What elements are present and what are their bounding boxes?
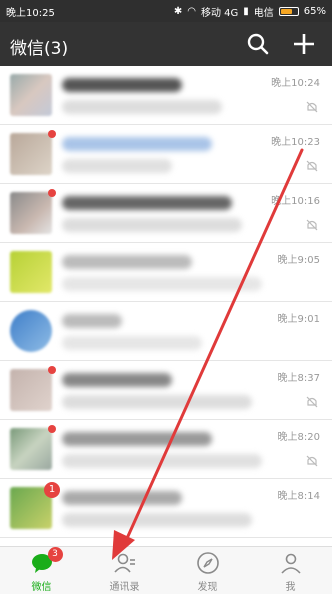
chat-time: 晚上8:20 xyxy=(277,432,320,443)
chat-row[interactable]: 晚上10:23 xyxy=(0,125,332,184)
chat-list: 晚上10:24 晚上10:23 晚上10:16 晚上9:05 晚上9:01 晚上… xyxy=(0,66,332,546)
status-time: 晚上10:25 xyxy=(6,8,55,19)
chat-name-blurred xyxy=(62,196,232,210)
contacts-icon xyxy=(113,553,135,573)
unread-badge: 1 xyxy=(44,482,60,498)
chat-name-blurred xyxy=(62,255,192,269)
muted-bell-icon xyxy=(306,101,318,113)
chat-name-blurred xyxy=(62,491,182,505)
muted-bell-icon xyxy=(306,160,318,172)
chat-time: 晚上9:01 xyxy=(277,314,320,325)
muted-bell-icon xyxy=(306,396,318,408)
chat-time: 晚上10:16 xyxy=(271,196,320,207)
chat-name-blurred xyxy=(62,314,122,328)
unread-dot xyxy=(48,366,56,374)
status-bar: 晚上10:25 ✱ ◠ 移动 4G ▮ 电信 65% xyxy=(0,0,332,22)
search-icon[interactable] xyxy=(244,30,272,58)
chat-time: 晚上10:24 xyxy=(271,78,320,89)
tab-label: 微信 xyxy=(31,582,52,593)
chat-name-blurred xyxy=(62,78,182,92)
chat-row[interactable]: 晚上8:20 xyxy=(0,420,332,479)
tab-label: 我 xyxy=(285,582,296,593)
tab-chats[interactable]: 3 微信 xyxy=(0,547,83,594)
chat-preview-blurred xyxy=(62,100,222,114)
chat-name-blurred xyxy=(62,373,172,387)
chat-time: 晚上9:05 xyxy=(277,255,320,266)
tab-bar: 3 微信 通讯录 发现 我 xyxy=(0,546,332,594)
avatar xyxy=(10,192,52,234)
battery-percent: 65% xyxy=(303,6,326,17)
carrier-1: 移动 4G xyxy=(200,8,239,19)
tab-discover[interactable]: 发现 xyxy=(166,547,249,594)
person-icon xyxy=(280,553,301,574)
carrier-2: 电信 xyxy=(253,8,274,19)
chat-name-blurred xyxy=(62,432,212,446)
plus-icon[interactable] xyxy=(290,30,318,58)
chat-row[interactable]: 晚上10:24 xyxy=(0,66,332,125)
chat-name-blurred xyxy=(62,137,212,151)
page-title: 微信(3) xyxy=(10,39,69,59)
battery-icon xyxy=(278,7,299,16)
chat-row[interactable]: 晚上10:16 xyxy=(0,184,332,243)
muted-bell-icon xyxy=(306,455,318,467)
avatar xyxy=(10,74,52,116)
chat-preview-blurred xyxy=(62,336,202,350)
tab-label: 通讯录 xyxy=(109,582,140,593)
chat-preview-blurred xyxy=(62,454,262,468)
unread-dot xyxy=(48,130,56,138)
status-indicators: ✱ ◠ 移动 4G ▮ 电信 65% xyxy=(174,4,326,19)
avatar xyxy=(10,369,52,411)
tab-me[interactable]: 我 xyxy=(249,547,332,594)
chat-preview-blurred xyxy=(62,277,262,291)
chat-row[interactable]: 晚上9:05 xyxy=(0,243,332,302)
avatar xyxy=(10,310,52,352)
tab-label: 发现 xyxy=(197,582,218,593)
tab-badge: 3 xyxy=(47,547,63,562)
chat-preview-blurred xyxy=(62,513,252,527)
compass-icon xyxy=(196,552,219,574)
app-bar: 微信(3) xyxy=(0,22,332,66)
unread-dot xyxy=(48,189,56,197)
chat-time: 晚上8:14 xyxy=(277,491,320,502)
chat-row[interactable]: 晚上9:01 xyxy=(0,302,332,361)
muted-bell-icon xyxy=(306,219,318,231)
tab-contacts[interactable]: 通讯录 xyxy=(83,547,166,594)
avatar xyxy=(10,251,52,293)
chat-preview-blurred xyxy=(62,159,172,173)
unread-dot xyxy=(48,425,56,433)
chat-time: 晚上10:23 xyxy=(271,137,320,148)
bluetooth-icon: ✱ xyxy=(173,6,183,17)
chat-preview-blurred xyxy=(62,218,242,232)
chat-preview-blurred xyxy=(62,395,252,409)
avatar xyxy=(10,133,52,175)
wifi-icon: ◠ xyxy=(187,6,196,17)
chat-time: 晚上8:37 xyxy=(277,373,320,384)
chat-row[interactable]: 1 晚上8:14 xyxy=(0,479,332,538)
avatar xyxy=(10,428,52,470)
signal-icon: ▮ xyxy=(243,6,249,17)
chat-row[interactable]: 晚上8:37 xyxy=(0,361,332,420)
